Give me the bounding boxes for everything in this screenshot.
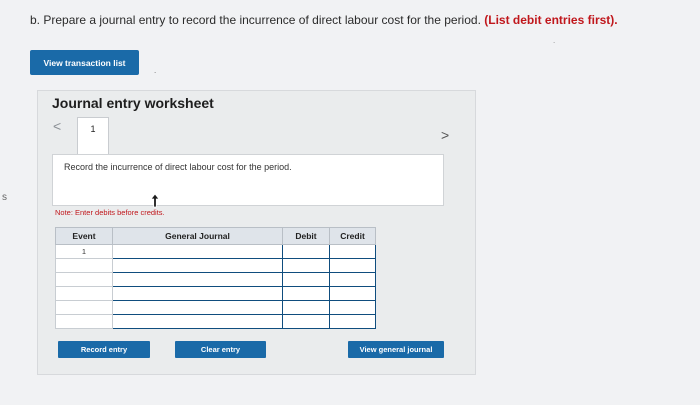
- account-input[interactable]: [112, 286, 283, 301]
- tab-1[interactable]: 1: [77, 117, 109, 155]
- account-input[interactable]: [112, 300, 283, 315]
- header-credit: Credit: [329, 227, 376, 245]
- table-row: [55, 272, 376, 287]
- instruction-box: Record the incurrence of direct labour c…: [52, 154, 444, 206]
- credit-input[interactable]: [329, 244, 376, 259]
- credit-input[interactable]: [329, 286, 376, 301]
- question-text: b. Prepare a journal entry to record the…: [30, 13, 618, 27]
- chevron-left-icon[interactable]: <: [53, 118, 61, 134]
- debit-input[interactable]: [282, 272, 330, 287]
- table-row: [55, 258, 376, 273]
- clear-entry-button[interactable]: Clear entry: [175, 341, 266, 358]
- event-cell: [55, 314, 113, 329]
- event-cell: 1: [55, 244, 113, 259]
- dot-mark: .: [553, 36, 556, 45]
- event-cell: [55, 258, 113, 273]
- margin-mark: s: [2, 192, 7, 203]
- credit-input[interactable]: [329, 300, 376, 315]
- credit-input[interactable]: [329, 272, 376, 287]
- event-cell: [55, 300, 113, 315]
- account-input[interactable]: [112, 272, 283, 287]
- view-general-journal-button[interactable]: View general journal: [348, 341, 444, 358]
- chevron-right-icon[interactable]: >: [441, 127, 449, 143]
- question-body: b. Prepare a journal entry to record the…: [30, 13, 481, 27]
- record-entry-button[interactable]: Record entry: [58, 341, 150, 358]
- question-emphasis: (List debit entries first).: [484, 13, 618, 27]
- debit-input[interactable]: [282, 244, 330, 259]
- worksheet-title: Journal entry worksheet: [52, 95, 214, 111]
- dot-mark: .: [154, 66, 157, 75]
- table-row: [55, 300, 376, 315]
- view-transaction-list-button[interactable]: View transaction list: [30, 50, 139, 75]
- journal-header-row: Event General Journal Debit Credit: [55, 227, 376, 245]
- cursor-icon: [150, 193, 160, 208]
- account-input[interactable]: [112, 244, 283, 259]
- header-debit: Debit: [282, 227, 330, 245]
- instruction-text: Record the incurrence of direct labour c…: [64, 162, 292, 172]
- event-cell: [55, 272, 113, 287]
- table-row: [55, 314, 376, 329]
- header-general-journal: General Journal: [112, 227, 283, 245]
- credit-input[interactable]: [329, 314, 376, 329]
- account-input[interactable]: [112, 258, 283, 273]
- header-event: Event: [55, 227, 113, 245]
- table-row: 1: [55, 244, 376, 259]
- debit-input[interactable]: [282, 258, 330, 273]
- journal-table: Event General Journal Debit Credit 1: [55, 227, 376, 329]
- debit-input[interactable]: [282, 300, 330, 315]
- event-cell: [55, 286, 113, 301]
- debit-input[interactable]: [282, 314, 330, 329]
- table-row: [55, 286, 376, 301]
- account-input[interactable]: [112, 314, 283, 329]
- credit-input[interactable]: [329, 258, 376, 273]
- debit-input[interactable]: [282, 286, 330, 301]
